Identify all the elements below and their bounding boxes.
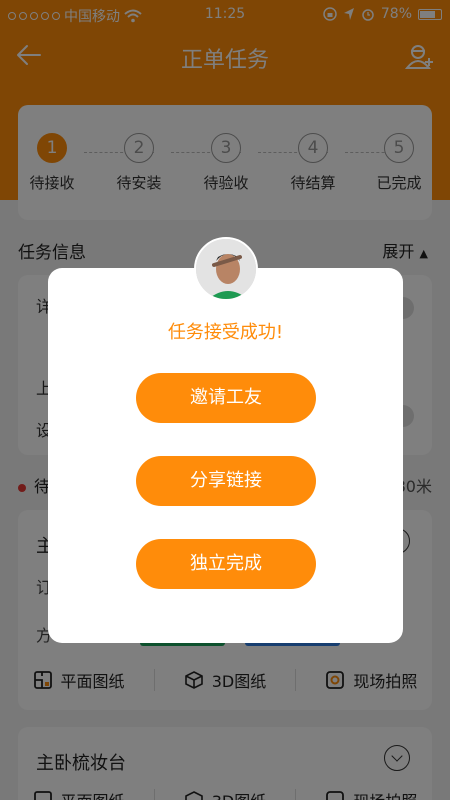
avatar bbox=[194, 237, 258, 301]
dialog-message: 任务接受成功! bbox=[167, 322, 284, 343]
complete-alone-button[interactable]: 独立完成 bbox=[136, 539, 316, 589]
share-link-button[interactable]: 分享链接 bbox=[136, 456, 316, 506]
invite-coworker-button[interactable]: 邀请工友 bbox=[136, 373, 316, 423]
